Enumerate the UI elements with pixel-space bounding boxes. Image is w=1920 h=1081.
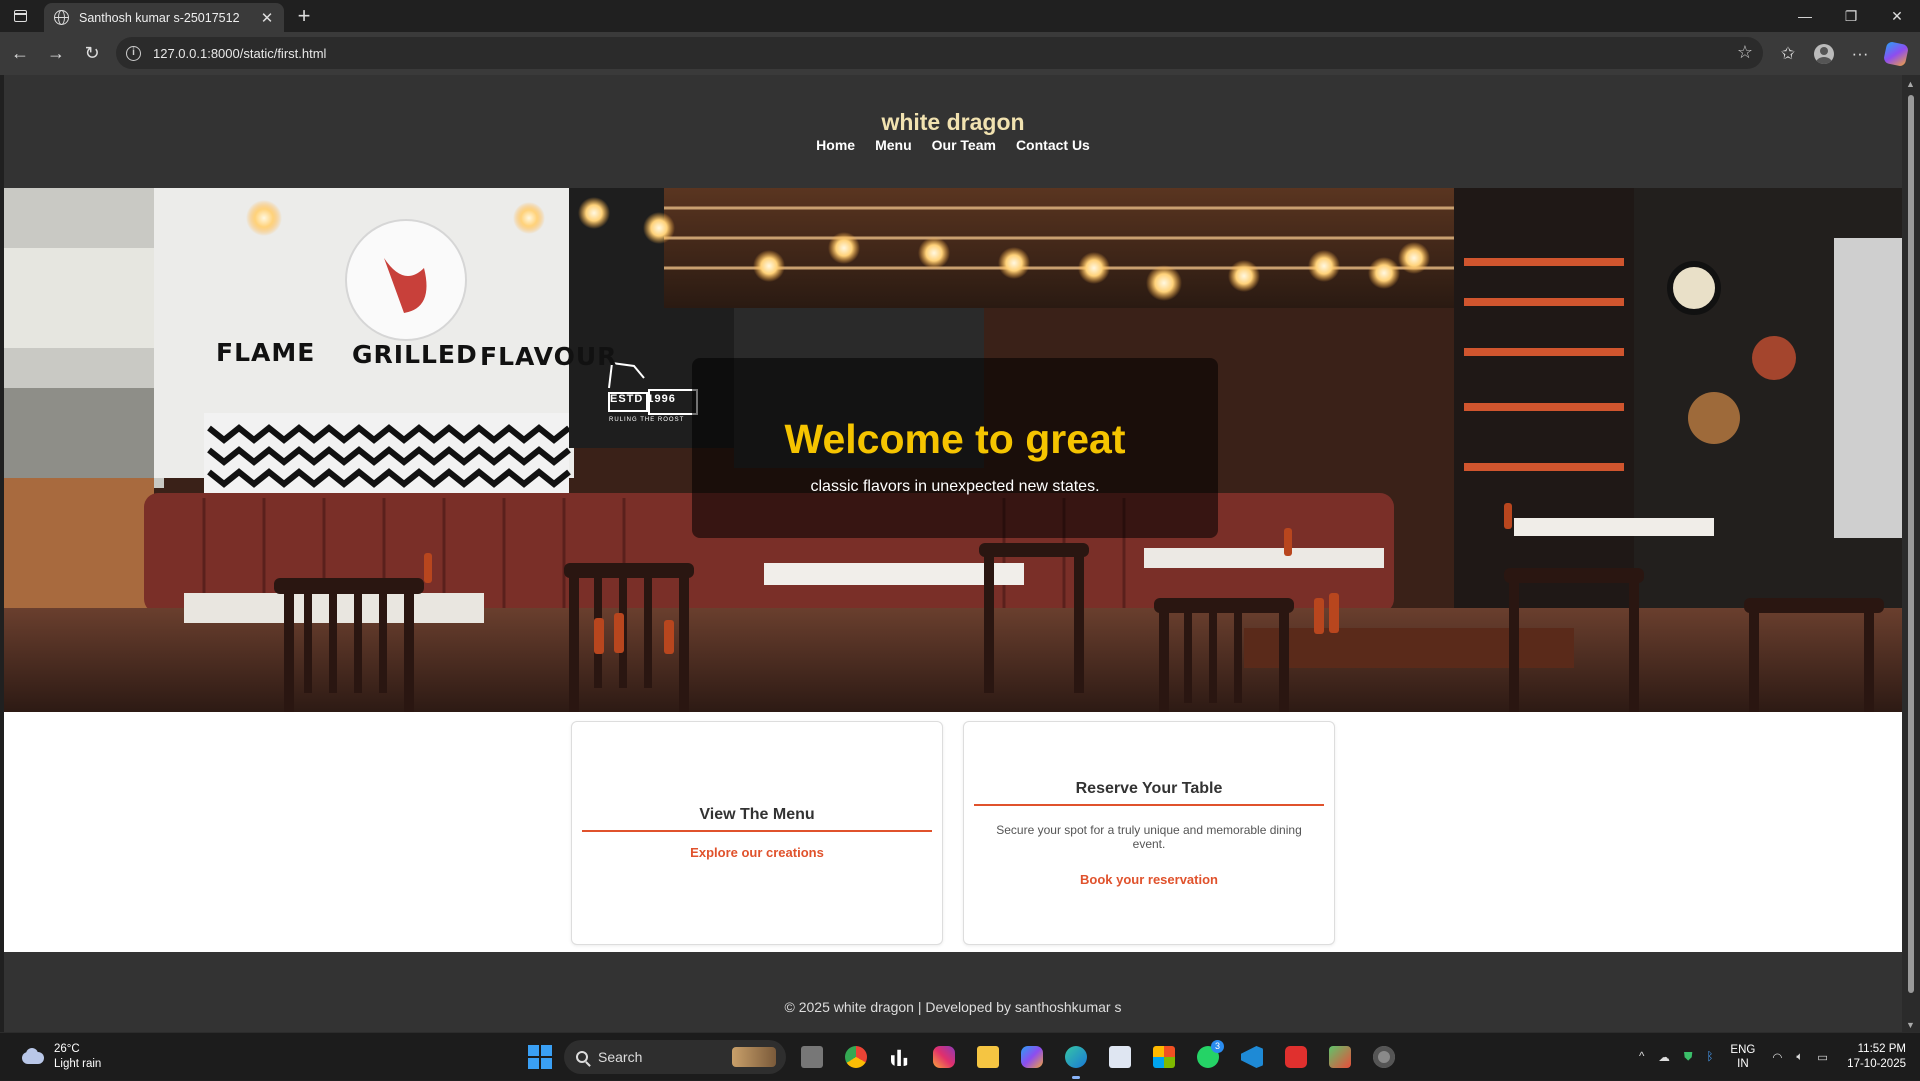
- restore-button[interactable]: ❐: [1828, 0, 1874, 32]
- search-highlight-image: [732, 1047, 776, 1067]
- more-options-icon[interactable]: ···: [1842, 36, 1878, 72]
- file-explorer-icon[interactable]: [972, 1041, 1004, 1073]
- copilot-app-icon[interactable]: [1016, 1041, 1048, 1073]
- windows-start-icon[interactable]: [528, 1045, 552, 1069]
- bluetooth-icon[interactable]: ᛒ: [1707, 1051, 1714, 1063]
- address-text: 127.0.0.1:8000/static/first.html: [153, 45, 327, 61]
- stocks-icon[interactable]: [884, 1041, 916, 1073]
- wps-icon[interactable]: [1280, 1041, 1312, 1073]
- rain-cloud-icon: [18, 1048, 46, 1066]
- store-icon[interactable]: [1148, 1041, 1180, 1073]
- whatsapp-badge: 3: [1211, 1040, 1224, 1053]
- battery-icon[interactable]: ▭: [1817, 1050, 1828, 1064]
- instagram-icon[interactable]: [928, 1041, 960, 1073]
- weather-temp: 26°C: [54, 1043, 80, 1055]
- menu-card-title: View The Menu: [582, 806, 932, 832]
- vscode-icon[interactable]: [1236, 1041, 1268, 1073]
- favorite-star-icon[interactable]: ☆: [1737, 42, 1753, 63]
- taskbar-search[interactable]: Search: [564, 1040, 786, 1074]
- footer-copyright: © 2025 white dragon | Developed by santh…: [784, 999, 1122, 1015]
- defender-icon[interactable]: ⛊: [1684, 1051, 1693, 1064]
- reserve-card: Reserve Your Table Secure your spot for …: [963, 721, 1335, 945]
- scrollbar-thumb[interactable]: [1908, 95, 1914, 993]
- wifi-icon[interactable]: ◠: [1772, 1050, 1782, 1064]
- tab-actions-icon[interactable]: [0, 0, 40, 32]
- site-footer: © 2025 white dragon | Developed by santh…: [4, 952, 1902, 1032]
- copilot-icon: [1882, 40, 1910, 67]
- hero-overlay: Welcome to great classic flavors in unex…: [692, 358, 1218, 538]
- close-tab-icon[interactable]: ✕: [258, 9, 276, 27]
- sign-word-flavour: FLAVOUR: [480, 342, 618, 371]
- volume-icon[interactable]: 🔈︎: [1796, 1051, 1803, 1064]
- new-tab-button[interactable]: +: [292, 4, 316, 28]
- back-button[interactable]: ←: [2, 36, 38, 72]
- globe-icon: [54, 10, 69, 25]
- lang-region: IN: [1737, 1058, 1749, 1070]
- sign-word-flame: FLAME: [216, 338, 316, 367]
- feature-cards: View The Menu Explore our creations Rese…: [4, 712, 1902, 952]
- tray-overflow-icon[interactable]: ^: [1639, 1051, 1644, 1063]
- taskbar-apps: 3: [796, 1040, 1400, 1079]
- weather-desc: Light rain: [54, 1058, 102, 1070]
- page-viewport: white dragon Home Menu Our Team Contact …: [4, 75, 1902, 1032]
- site-info-icon[interactable]: i: [126, 45, 141, 61]
- estd-badge: ESTD 1996: [610, 393, 676, 405]
- browser-tab[interactable]: Santhosh kumar s-25017512 ✕: [44, 3, 284, 32]
- page-scrollbar[interactable]: ▲ ▼: [1902, 75, 1920, 1032]
- hero-subtitle: classic flavors in unexpected new states…: [810, 478, 1100, 495]
- language-indicator[interactable]: ENG IN: [1730, 1043, 1755, 1071]
- windows-taskbar: 26°C Light rain Search 3 ^ ☁ ⛊ ᛒ ENG IN: [0, 1032, 1920, 1080]
- lang-code: ENG: [1730, 1044, 1756, 1056]
- menu-card: View The Menu Explore our creations: [571, 721, 943, 945]
- site-nav: Home Menu Our Team Contact Us: [4, 137, 1902, 153]
- profile-button[interactable]: [1806, 36, 1842, 72]
- minimize-button[interactable]: —: [1782, 0, 1828, 32]
- weather-widget[interactable]: 26°C Light rain: [18, 1042, 101, 1072]
- hero-title: Welcome to great: [784, 416, 1126, 462]
- forward-button[interactable]: →: [38, 36, 74, 72]
- reserve-card-description: Secure your spot for a truly unique and …: [996, 823, 1302, 851]
- window-controls: — ❐ ✕: [1782, 0, 1920, 32]
- paint-icon[interactable]: [1324, 1041, 1356, 1073]
- taskbar-search-label: Search: [598, 1049, 643, 1065]
- search-icon: [576, 1051, 588, 1063]
- settings-icon[interactable]: [1368, 1041, 1400, 1073]
- system-tray: ^ ☁ ⛊ ᛒ ENG IN ◠ 🔈︎ ▭ 11:52 PM 17-10-202…: [1632, 1033, 1920, 1081]
- hero-section: FLAME GRILLED FLAVOUR ESTD 1996 RULING T…: [4, 188, 1902, 712]
- scroll-down-icon[interactable]: ▼: [1906, 1020, 1915, 1030]
- favorites-icon[interactable]: ✩: [1770, 36, 1806, 72]
- whatsapp-icon[interactable]: 3: [1192, 1040, 1224, 1073]
- nav-link-contact-us[interactable]: Contact Us: [1016, 137, 1090, 153]
- browser-tab-bar: Santhosh kumar s-25017512 ✕ + — ❐ ✕: [0, 0, 1920, 32]
- chrome-icon[interactable]: [840, 1041, 872, 1073]
- clock-date: 17-10-2025: [1847, 1058, 1906, 1070]
- copilot-button[interactable]: [1878, 36, 1914, 72]
- sign-word-grilled: GRILLED: [352, 340, 478, 369]
- browser-toolbar: ← → ↻ i 127.0.0.1:8000/static/first.html…: [0, 32, 1920, 75]
- close-window-button[interactable]: ✕: [1874, 0, 1920, 32]
- clock-time: 11:52 PM: [1857, 1043, 1906, 1055]
- site-header: white dragon Home Menu Our Team Contact …: [4, 75, 1902, 188]
- badge-tagline: RULING THE ROOST: [609, 417, 685, 423]
- refresh-button[interactable]: ↻: [74, 36, 110, 72]
- taskbar-clock[interactable]: 11:52 PM 17-10-2025: [1847, 1042, 1906, 1072]
- nav-link-home[interactable]: Home: [816, 137, 855, 153]
- nav-link-menu[interactable]: Menu: [875, 137, 912, 153]
- site-brand: white dragon: [881, 109, 1025, 135]
- notepad-icon[interactable]: [1104, 1041, 1136, 1073]
- edge-icon[interactable]: [1060, 1041, 1092, 1079]
- tab-title: Santhosh kumar s-25017512: [79, 10, 240, 25]
- avatar-icon: [1814, 43, 1834, 64]
- scroll-up-icon[interactable]: ▲: [1906, 79, 1915, 89]
- explore-menu-link[interactable]: Explore our creations: [572, 845, 942, 860]
- nav-link-our-team[interactable]: Our Team: [932, 137, 996, 153]
- task-view-icon[interactable]: [796, 1041, 828, 1073]
- reserve-card-title: Reserve Your Table: [974, 780, 1324, 806]
- onedrive-icon[interactable]: ☁: [1658, 1050, 1670, 1064]
- toolbar-right: ✩ ···: [1770, 32, 1920, 75]
- address-bar[interactable]: i 127.0.0.1:8000/static/first.html ☆: [116, 37, 1763, 69]
- book-reservation-link[interactable]: Book your reservation: [964, 872, 1334, 887]
